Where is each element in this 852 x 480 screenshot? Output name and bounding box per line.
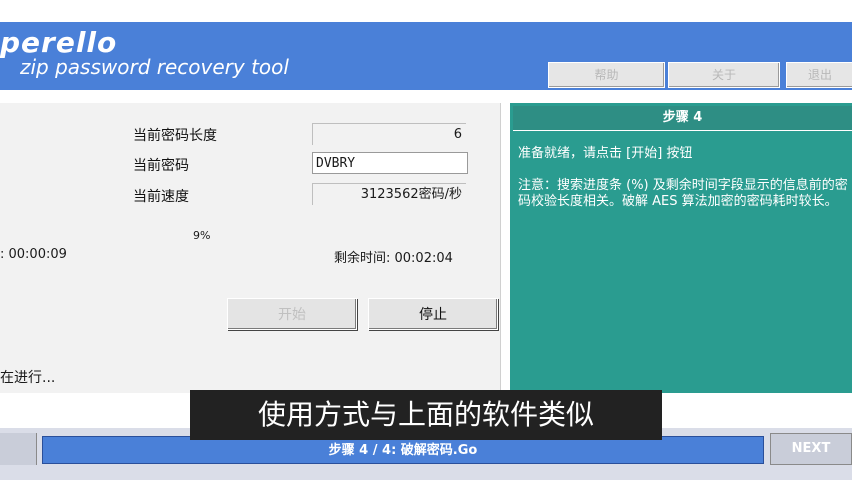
progress-percent: 9% (193, 229, 211, 242)
info-ready-text: 准备就绪，请点击 [开始] 按钮 (518, 146, 693, 161)
app-tagline: zip password recovery tool (20, 55, 289, 79)
current-password-field[interactable]: DVBRY (312, 152, 468, 174)
next-button[interactable]: NEXT (770, 433, 852, 465)
stop-button[interactable]: 停止 (368, 298, 498, 330)
current-speed-value: 3123562密码/秒 (312, 183, 466, 205)
start-button[interactable]: 开始 (227, 298, 357, 330)
step-indicator: 步骤 4 / 4: 破解密码.Go (42, 436, 764, 464)
info-note-text: 注意：搜索进度条 (%) 及剩余时间字段显示的信息前的密码校验长度相关。破解 A… (518, 178, 848, 209)
exit-button[interactable]: 退出 (786, 62, 852, 88)
about-button[interactable]: 关于 (668, 62, 780, 88)
password-length-label: 当前密码长度 (133, 128, 217, 144)
elapsed-time: : 00:00:09 (0, 247, 67, 262)
current-password-label: 当前密码 (133, 158, 189, 174)
help-button[interactable]: 帮助 (548, 62, 665, 88)
current-speed-label: 当前速度 (133, 189, 189, 205)
status-text: 在进行... (0, 370, 56, 386)
video-subtitle: 使用方式与上面的软件类似 (190, 390, 662, 440)
password-length-value: 6 (312, 123, 466, 145)
info-panel-title: 步骤 4 (513, 106, 852, 131)
remaining-time: 剩余时间: 00:02:04 (334, 251, 453, 266)
back-button[interactable] (0, 433, 37, 465)
